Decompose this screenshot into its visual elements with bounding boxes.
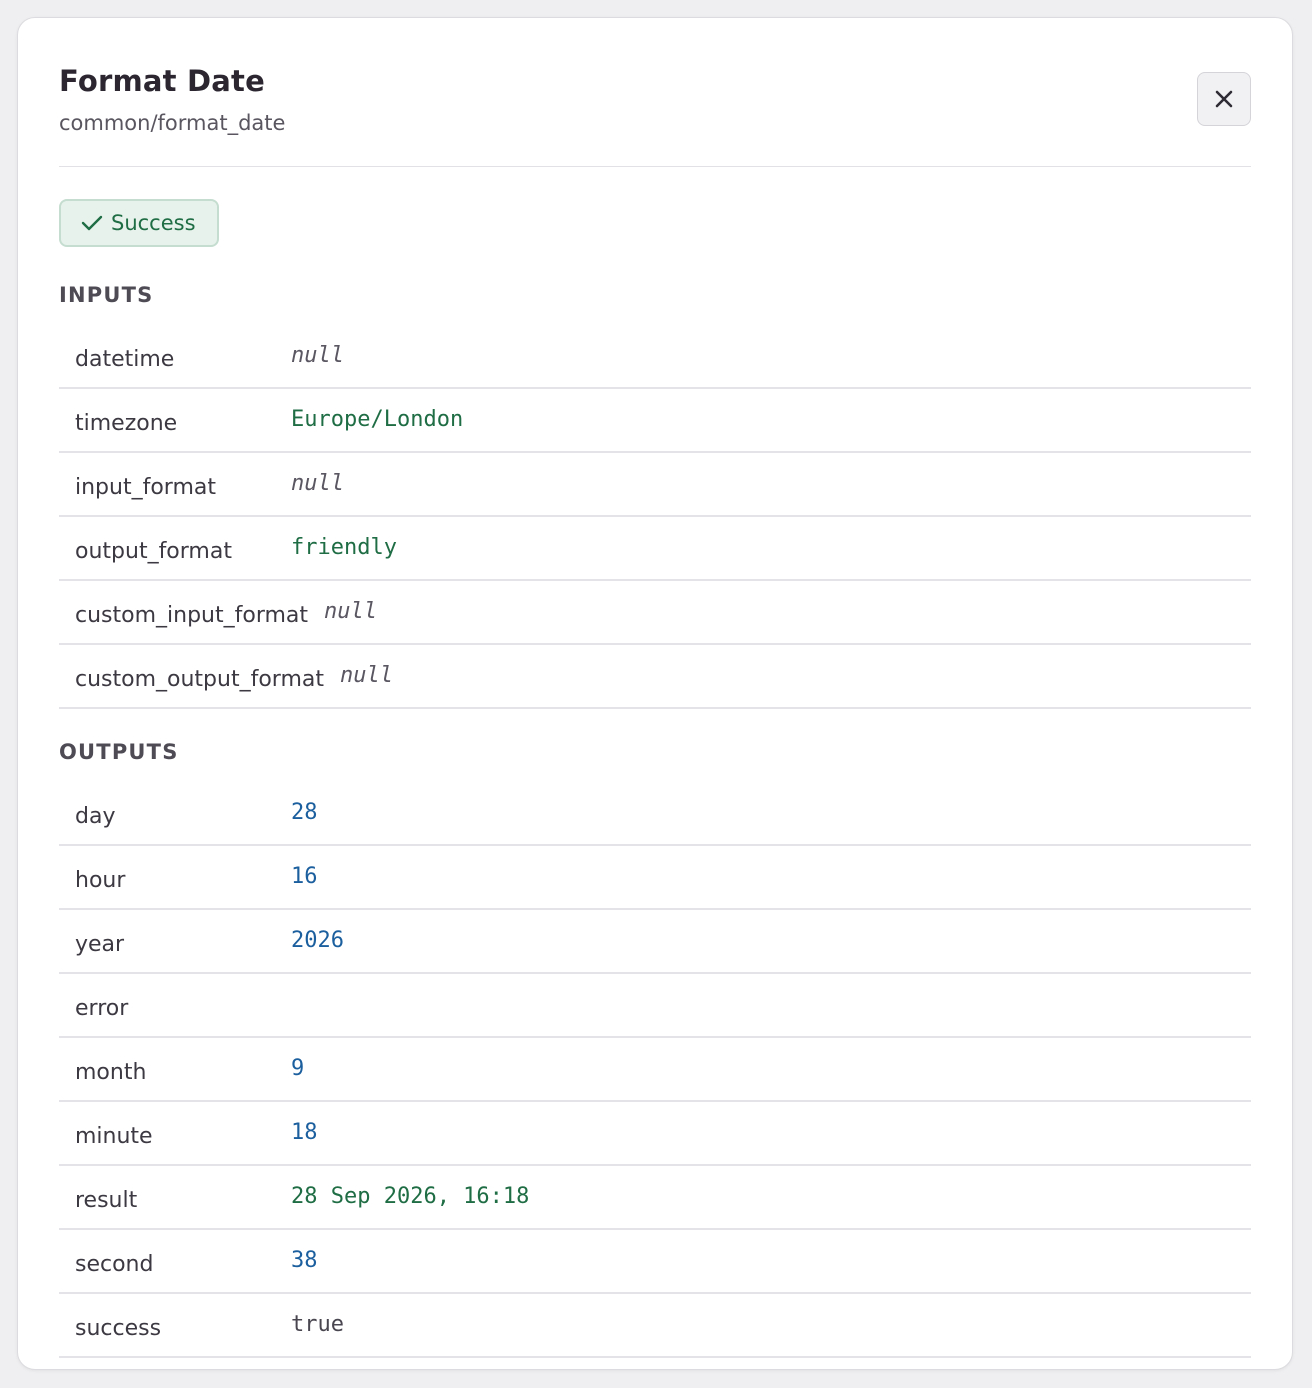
row-value: 28 Sep 2026, 16:18 xyxy=(291,1183,530,1209)
outputs-row-second: second 38 xyxy=(59,1230,1251,1294)
inputs-row-datetime: datetime null xyxy=(59,325,1251,389)
row-key: month xyxy=(75,1059,147,1085)
outputs-row-success: success true xyxy=(59,1294,1251,1358)
outputs-table: day 28 hour 16 year 2026 error month 9 minute 18 re… xyxy=(59,782,1251,1358)
row-key: success xyxy=(75,1315,162,1341)
row-value: null xyxy=(324,598,377,624)
outputs-row-result: result 28 Sep 2026, 16:18 xyxy=(59,1166,1251,1230)
outputs-row-year: year 2026 xyxy=(59,910,1251,974)
row-key: year xyxy=(75,931,125,957)
row-key: day xyxy=(75,803,116,829)
close-button[interactable] xyxy=(1197,72,1251,126)
outputs-row-minute: minute 18 xyxy=(59,1102,1251,1166)
row-key: timezone xyxy=(75,410,178,436)
outputs-row-hour: hour 16 xyxy=(59,846,1251,910)
row-value: null xyxy=(291,342,344,368)
row-value: null xyxy=(291,470,344,496)
outputs-row-error: error xyxy=(59,974,1251,1038)
row-value: 2026 xyxy=(291,927,344,953)
row-key: datetime xyxy=(75,346,175,372)
row-value: friendly xyxy=(291,534,397,560)
inputs-row-custom-output-format: custom_output_format null xyxy=(59,645,1251,709)
row-key: custom_input_format xyxy=(75,602,309,628)
row-value: 18 xyxy=(291,1119,318,1145)
row-key: result xyxy=(75,1187,138,1213)
row-key: minute xyxy=(75,1123,153,1149)
row-value: 16 xyxy=(291,863,318,889)
inputs-row-timezone: timezone Europe/London xyxy=(59,389,1251,453)
status-badge: Success xyxy=(59,199,219,247)
outputs-row-month: month 9 xyxy=(59,1038,1251,1102)
result-panel: Format Date common/format_date Success I… xyxy=(17,17,1293,1370)
row-value: Europe/London xyxy=(291,406,464,432)
row-value: 9 xyxy=(291,1055,305,1081)
row-key: output_format xyxy=(75,538,232,564)
inputs-row-custom-input-format: custom_input_format null xyxy=(59,581,1251,645)
row-key: input_format xyxy=(75,474,216,500)
page-title: Format Date xyxy=(59,64,265,98)
row-key: error xyxy=(75,995,129,1021)
page-subtitle: common/format_date xyxy=(59,111,286,135)
outputs-row-day: day 28 xyxy=(59,782,1251,846)
inputs-row-output-format: output_format friendly xyxy=(59,517,1251,581)
row-value: 38 xyxy=(291,1247,318,1273)
row-value: true xyxy=(291,1311,344,1337)
outputs-section-title: OUTPUTS xyxy=(59,740,179,764)
close-icon xyxy=(1215,90,1233,108)
inputs-section-title: INPUTS xyxy=(59,283,154,307)
check-icon xyxy=(81,215,103,231)
row-key: hour xyxy=(75,867,126,893)
inputs-table: datetime null timezone Europe/London input_f… xyxy=(59,325,1251,709)
row-key: custom_output_format xyxy=(75,666,324,692)
panel-header: Format Date common/format_date xyxy=(59,18,1251,167)
row-value: 28 xyxy=(291,799,318,825)
inputs-row-input-format: input_format null xyxy=(59,453,1251,517)
status-badge-label: Success xyxy=(111,211,196,235)
row-value: null xyxy=(339,662,393,688)
row-key: second xyxy=(75,1251,154,1277)
